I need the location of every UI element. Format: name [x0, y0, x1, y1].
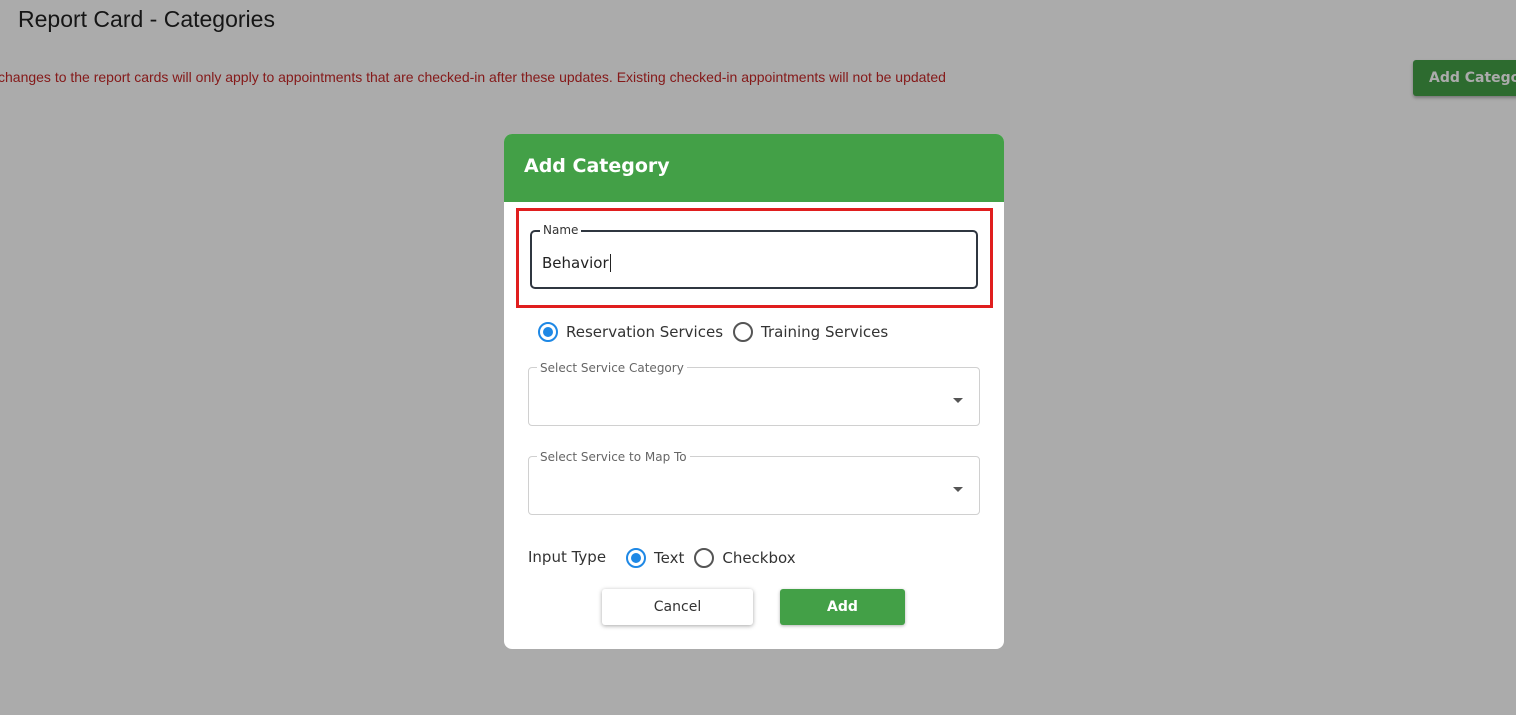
- name-input[interactable]: Name Behavior: [530, 221, 978, 289]
- radio-label: Training Services: [761, 323, 889, 341]
- name-input-value: Behavior: [542, 254, 611, 272]
- add-button[interactable]: Add: [780, 589, 905, 625]
- radio-text[interactable]: Text: [626, 548, 684, 568]
- radio-label: Reservation Services: [566, 323, 724, 341]
- chevron-down-icon[interactable]: [953, 398, 963, 403]
- service-category-select[interactable]: Select Service Category: [528, 360, 980, 426]
- radio-checkbox[interactable]: Checkbox: [694, 548, 796, 568]
- dialog-header: Add Category: [504, 134, 1004, 202]
- chevron-down-icon[interactable]: [953, 487, 963, 492]
- service-type-radio-group: Reservation Services Training Services: [538, 322, 898, 342]
- radio-label: Text: [654, 549, 685, 567]
- service-map-select[interactable]: Select Service to Map To: [528, 449, 980, 515]
- add-category-dialog: Add Category Name Behavior Reservation S…: [504, 134, 1004, 649]
- input-type-label: Input Type: [528, 548, 607, 566]
- radio-checked-icon[interactable]: [538, 322, 558, 342]
- radio-unchecked-icon[interactable]: [733, 322, 754, 342]
- radio-unchecked-icon[interactable]: [694, 548, 715, 568]
- service-map-label: Select Service to Map To: [537, 449, 690, 465]
- radio-label: Checkbox: [722, 549, 796, 567]
- name-label: Name: [540, 221, 582, 239]
- cancel-button[interactable]: Cancel: [602, 589, 753, 625]
- radio-reservation-services[interactable]: Reservation Services: [538, 322, 723, 342]
- radio-training-services[interactable]: Training Services: [733, 322, 888, 342]
- service-category-label: Select Service Category: [537, 360, 687, 376]
- input-type-radio-group: Text Checkbox: [626, 548, 806, 568]
- radio-checked-icon[interactable]: [626, 548, 646, 568]
- dialog-title: Add Category: [524, 155, 670, 177]
